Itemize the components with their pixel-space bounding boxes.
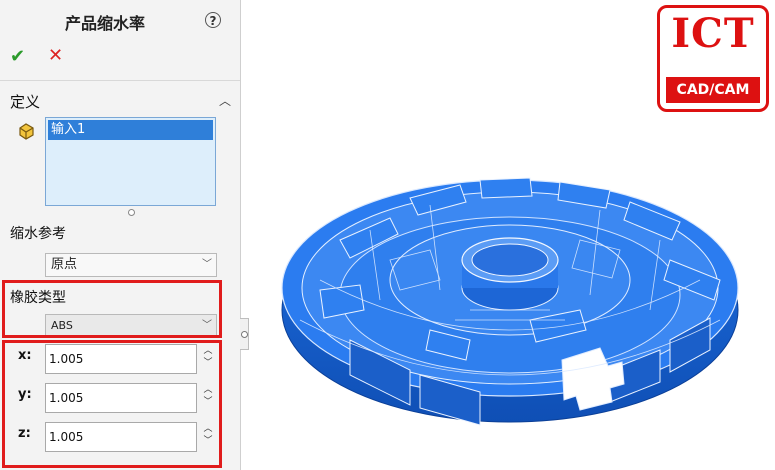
shrink-reference-value: 原点 — [51, 257, 78, 272]
chevron-down-icon: ﹀ — [202, 259, 212, 270]
cancel-x-icon[interactable]: ✕ — [48, 45, 63, 66]
ict-cadcam-logo: ICT CAD/CAM — [657, 5, 769, 112]
ok-checkmark-icon[interactable]: ✔ — [10, 46, 25, 67]
panel-title: 产品缩水率 — [64, 14, 145, 33]
solid-body-icon — [19, 123, 34, 140]
panel-splitter-handle[interactable] — [240, 318, 249, 350]
divider — [0, 80, 240, 81]
shrink-reference-label: 缩水参考 — [10, 226, 66, 242]
input-bodies-list[interactable]: 输入1 — [45, 117, 216, 206]
help-icon[interactable]: ? — [205, 12, 221, 28]
highlight-xyz-fields — [2, 340, 222, 468]
chevron-up-icon[interactable]: ︿ — [219, 92, 231, 109]
definition-section-header[interactable]: 定义 — [10, 91, 40, 112]
list-item[interactable]: 输入1 — [48, 120, 213, 140]
logo-sub-text: CAD/CAM — [666, 77, 760, 103]
highlight-rubber-type — [2, 280, 222, 338]
list-resize-handle[interactable] — [128, 209, 135, 216]
shrink-reference-dropdown[interactable]: 原点 ﹀ — [45, 253, 217, 277]
logo-main-text: ICT — [671, 10, 755, 57]
3d-part-model[interactable] — [280, 170, 760, 445]
